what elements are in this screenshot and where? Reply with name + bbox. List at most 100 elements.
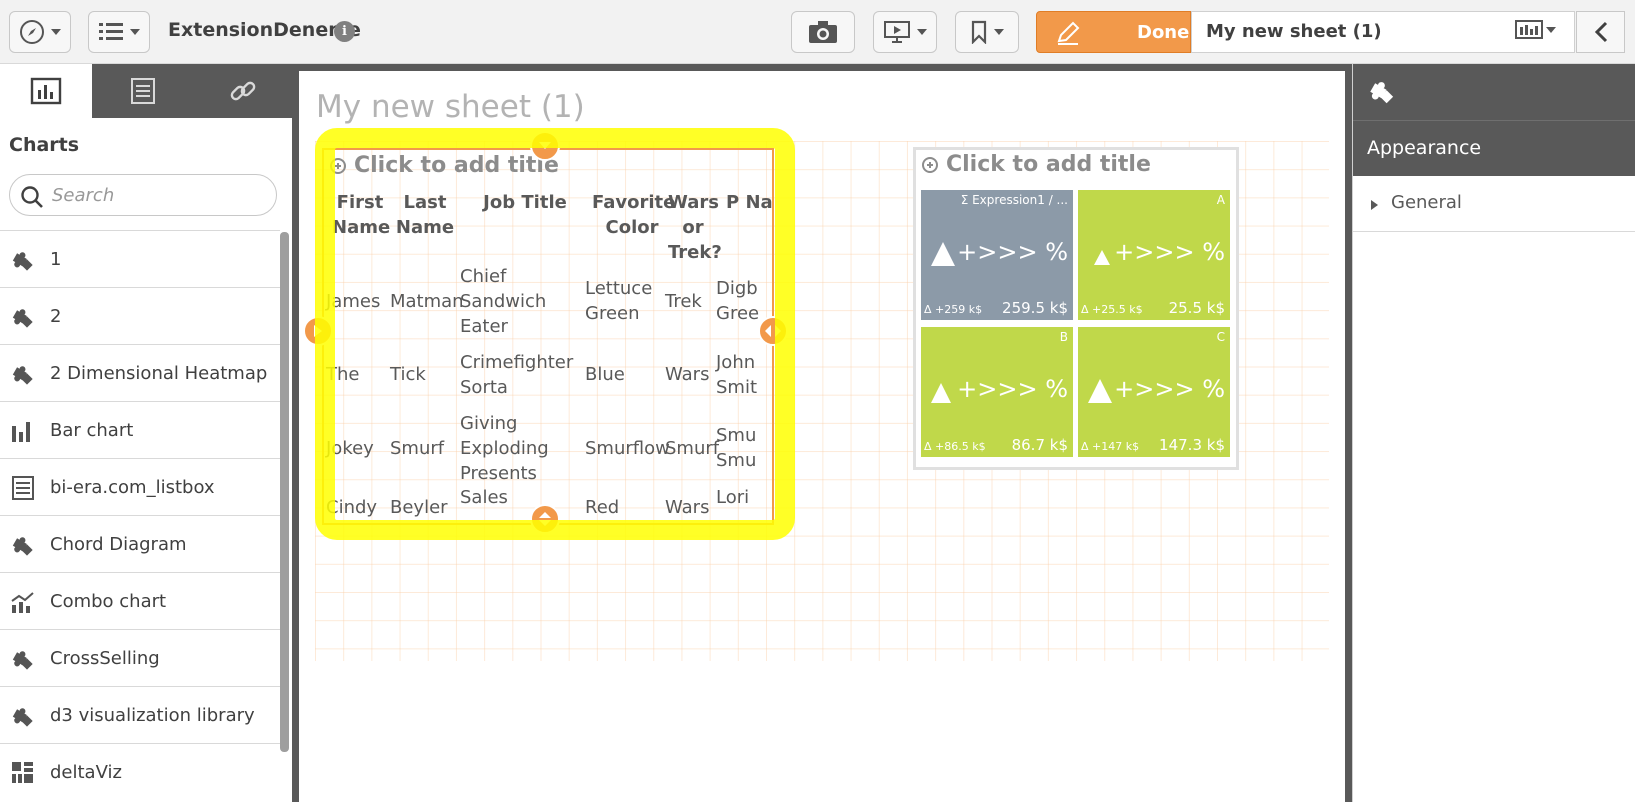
table-cell[interactable]: Lettuce Green [585, 276, 663, 326]
general-label: General [1391, 192, 1462, 213]
listbox-icon [10, 475, 36, 501]
table-object[interactable]: Click to add title First Name Last Name … [322, 148, 774, 525]
resize-handle-left[interactable] [303, 316, 333, 346]
table-cell[interactable]: Lori [716, 485, 749, 510]
pencil-icon [1057, 21, 1080, 45]
sheet-title[interactable]: My new sheet (1) [316, 89, 585, 125]
column-header[interactable]: P Na [726, 190, 772, 215]
column-header[interactable]: Favorite Color [592, 190, 675, 240]
chart-item-chord-diagram[interactable]: Chord Diagram [0, 515, 280, 572]
table-title-placeholder[interactable]: Click to add title [330, 153, 559, 178]
left-right-arrows-icon [765, 325, 781, 337]
sheet-menu-button[interactable] [1515, 18, 1557, 46]
table-cell[interactable]: Trek [665, 289, 702, 314]
column-header[interactable]: Wars or Trek? [668, 190, 722, 265]
chart-item-label: Chord Diagram [50, 533, 187, 555]
chart-list-scrollbar[interactable] [280, 232, 289, 752]
table-cell[interactable]: Jokey [326, 436, 374, 461]
snapshot-button[interactable] [791, 11, 855, 53]
kpi-value: 147.3 k$ [1159, 436, 1225, 454]
kpi-object[interactable]: Click to add title Σ Expression1 / ... +… [913, 147, 1239, 470]
kpi-value: 259.5 k$ [1002, 299, 1068, 317]
search-input[interactable] [50, 181, 265, 209]
table-cell[interactable]: James [326, 289, 380, 314]
column-header[interactable]: First Name [332, 190, 390, 240]
tab-charts[interactable] [0, 64, 92, 118]
chart-item-2[interactable]: 2 [0, 287, 280, 344]
collapse-panel-button[interactable] [1576, 11, 1625, 53]
chevron-down-icon [51, 29, 61, 35]
bar-chart-icon [10, 418, 36, 444]
table-cell[interactable]: Crimefighter Sorta [460, 350, 578, 400]
kpi-label: A [1216, 193, 1225, 207]
column-header[interactable]: Job Title [464, 190, 586, 215]
navigation-button[interactable] [9, 11, 71, 53]
chart-search[interactable] [9, 174, 277, 216]
kpi-title-placeholder[interactable]: Click to add title [922, 152, 1151, 177]
table-cell[interactable]: Smurf [665, 436, 719, 461]
chart-item-deltaviz[interactable]: deltaViz [0, 743, 280, 800]
table-cell[interactable]: Chief Sandwich Eater [460, 264, 578, 339]
kpi-delta: Δ +25.5 k$ [1081, 303, 1143, 316]
menu-button[interactable] [88, 11, 150, 53]
chevron-down-icon [917, 29, 927, 35]
table-cell[interactable]: Tick [390, 362, 426, 387]
chart-item-crossselling[interactable]: CrossSelling [0, 629, 280, 686]
properties-header [1353, 64, 1635, 120]
present-button[interactable] [873, 11, 937, 53]
charts-heading: Charts [9, 134, 80, 156]
puzzle-icon [10, 247, 36, 273]
resize-handle-top[interactable] [530, 131, 560, 161]
chart-item-bi-era-listbox[interactable]: bi-era.com_listbox [0, 458, 280, 515]
table-cell[interactable]: John Smit [716, 350, 758, 400]
table-cell[interactable]: Sales [460, 485, 508, 510]
table-cell[interactable]: Smurf [390, 436, 444, 461]
chart-item-2-dimensional-heatmap[interactable]: 2 Dimensional Heatmap [0, 344, 280, 401]
table-cell[interactable]: Giving Exploding Presents [460, 411, 570, 486]
done-button[interactable]: Done [1036, 11, 1191, 53]
general-section[interactable]: General [1353, 176, 1635, 232]
add-icon [330, 157, 346, 174]
tab-fields[interactable] [93, 64, 192, 118]
table-cell[interactable]: The [326, 362, 359, 387]
table-cell[interactable]: Digb Gree [716, 276, 759, 326]
puzzle-icon [10, 361, 36, 387]
kpi-tile[interactable]: Σ Expression1 / ... +>>> % Δ +259 k$ 259… [921, 190, 1073, 320]
camera-icon [809, 21, 837, 43]
chart-item-1[interactable]: 1 [0, 230, 280, 287]
kpi-title-text: Click to add title [946, 152, 1151, 177]
table-cell[interactable]: Blue [585, 362, 625, 387]
puzzle-icon [10, 646, 36, 672]
table-cell[interactable]: Cindy [326, 495, 377, 520]
up-down-arrows-icon [539, 512, 551, 526]
table-cell[interactable]: Red [585, 495, 619, 520]
compass-icon [20, 20, 44, 44]
table-cell[interactable]: Smurflow [585, 436, 670, 461]
kpi-main: +>>> % [957, 375, 1068, 403]
chart-item-bar-chart[interactable]: Bar chart [0, 401, 280, 458]
resize-handle-bottom[interactable] [530, 504, 560, 534]
puzzle-icon [10, 304, 36, 330]
kpi-tile[interactable]: A +>>> % Δ +25.5 k$ 25.5 k$ [1078, 190, 1230, 320]
chart-item-label: CrossSelling [50, 647, 160, 669]
table-cell[interactable]: Beyler [390, 495, 448, 520]
appearance-section[interactable]: Appearance [1353, 120, 1635, 176]
info-icon[interactable]: i [334, 21, 355, 42]
resize-handle-right[interactable] [758, 316, 788, 346]
table-cell[interactable]: Wars [665, 362, 709, 387]
bookmark-button[interactable] [955, 11, 1019, 53]
table-cell[interactable]: Smu Smu [716, 423, 758, 473]
kpi-main: +>>> % [957, 238, 1068, 266]
chart-item-combo-chart[interactable]: Combo chart [0, 572, 280, 629]
add-icon [922, 156, 938, 173]
table-cell[interactable]: Wars [665, 495, 709, 520]
grid-icon [10, 760, 36, 786]
table-title-text: Click to add title [354, 153, 559, 178]
kpi-tile[interactable]: C +>>> % Δ +147 k$ 147.3 k$ [1078, 327, 1230, 457]
tab-master-items[interactable] [193, 64, 292, 118]
table-cell[interactable]: Matman [390, 289, 464, 314]
column-header[interactable]: Last Name [394, 190, 456, 240]
kpi-tile[interactable]: B +>>> % Δ +86.5 k$ 86.7 k$ [921, 327, 1073, 457]
chart-item-d3-visualization-library[interactable]: d3 visualization library [0, 686, 280, 743]
chevron-down-icon [130, 29, 140, 35]
